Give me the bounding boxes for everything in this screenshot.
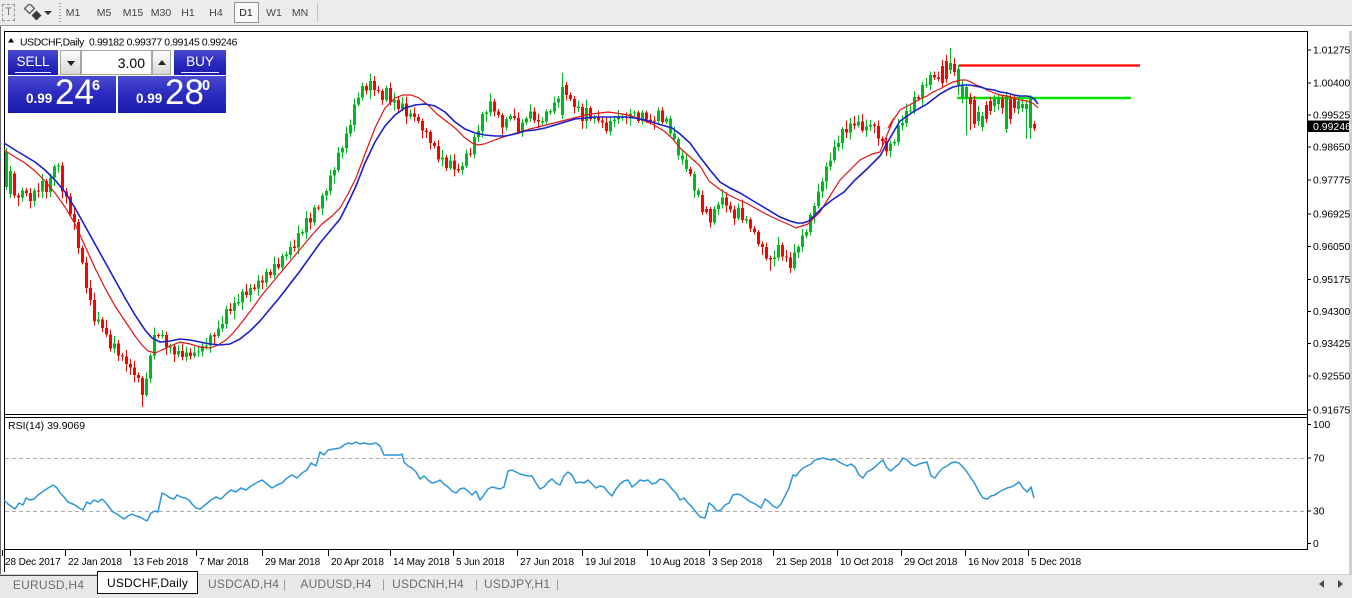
svg-text:5 Jun 2018: 5 Jun 2018 xyxy=(456,557,505,568)
svg-text:21 Sep 2018: 21 Sep 2018 xyxy=(776,557,832,568)
svg-text:0.96050: 0.96050 xyxy=(1313,242,1350,253)
svg-text:3 Sep 2018: 3 Sep 2018 xyxy=(712,557,763,568)
svg-text:28 Dec 2017: 28 Dec 2017 xyxy=(5,557,61,568)
svg-text:0.99246: 0.99246 xyxy=(1313,121,1351,133)
svg-text:0.94300: 0.94300 xyxy=(1313,307,1350,318)
svg-text:30: 30 xyxy=(1313,507,1325,518)
svg-text:RSI(14) 39.9069: RSI(14) 39.9069 xyxy=(8,420,85,432)
svg-text:5 Dec 2018: 5 Dec 2018 xyxy=(1031,557,1082,568)
svg-text:13 Feb 2018: 13 Feb 2018 xyxy=(133,557,189,568)
svg-text:27 Jun 2018: 27 Jun 2018 xyxy=(520,557,574,568)
svg-text:7 Mar 2018: 7 Mar 2018 xyxy=(199,557,249,568)
svg-text:16 Nov 2018: 16 Nov 2018 xyxy=(968,557,1024,568)
svg-text:0.96925: 0.96925 xyxy=(1313,210,1350,221)
svg-text:1.01275: 1.01275 xyxy=(1313,46,1350,57)
svg-text:14 May 2018: 14 May 2018 xyxy=(393,557,450,568)
svg-text:1.00400: 1.00400 xyxy=(1313,79,1350,90)
svg-text:22 Jan 2018: 22 Jan 2018 xyxy=(68,557,122,568)
svg-text:0.98650: 0.98650 xyxy=(1313,143,1350,154)
svg-text:70: 70 xyxy=(1313,454,1325,465)
svg-text:20 Apr 2018: 20 Apr 2018 xyxy=(331,557,384,568)
svg-text:USDCHF,Daily 0.99182 0.99377: USDCHF,Daily 0.99182 0.99377 0.99145 0.9… xyxy=(20,38,238,49)
svg-text:0.91675: 0.91675 xyxy=(1313,406,1350,417)
svg-text:0.92550: 0.92550 xyxy=(1313,372,1350,383)
svg-text:100: 100 xyxy=(1313,420,1330,431)
svg-text:0: 0 xyxy=(1313,539,1319,550)
svg-text:10 Aug 2018: 10 Aug 2018 xyxy=(650,557,706,568)
svg-text:0.95175: 0.95175 xyxy=(1313,275,1350,286)
svg-text:29 Mar 2018: 29 Mar 2018 xyxy=(265,557,321,568)
svg-text:10 Oct 2018: 10 Oct 2018 xyxy=(840,557,894,568)
svg-text:29 Oct 2018: 29 Oct 2018 xyxy=(904,557,958,568)
svg-text:19 Jul 2018: 19 Jul 2018 xyxy=(585,557,636,568)
svg-text:0.93425: 0.93425 xyxy=(1313,339,1350,350)
svg-text:0.97775: 0.97775 xyxy=(1313,176,1350,187)
